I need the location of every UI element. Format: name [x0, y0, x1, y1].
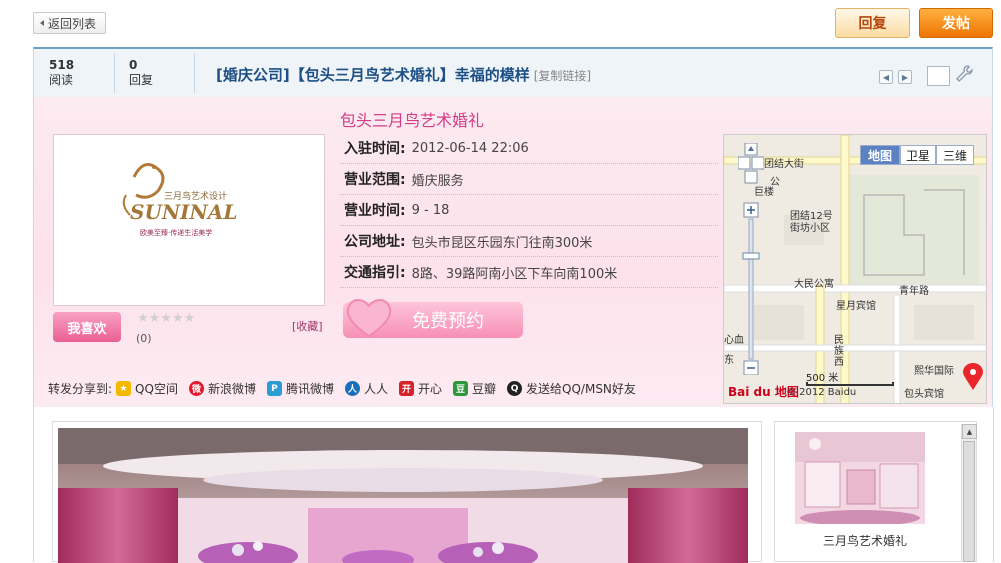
share-qzone[interactable]: ★ QQ空间 — [116, 380, 178, 397]
info-row-address: 公司地址: 包头市昆区乐园东门往南300米 — [340, 226, 718, 257]
map-label: 东 — [724, 355, 734, 366]
collect-link[interactable]: [收藏] — [292, 318, 323, 334]
share-item-label: 开心 — [418, 382, 443, 396]
frame-border — [33, 407, 34, 562]
share-label: 转发分享到: — [48, 382, 113, 396]
replies-count: 0 — [129, 58, 138, 72]
views-label: 阅读 — [49, 73, 74, 87]
sidebar-scrollbar[interactable]: ▲ — [961, 424, 977, 562]
frame-border — [993, 407, 994, 562]
booking-label: 免费预约 — [412, 311, 484, 332]
map-type-3d[interactable]: 三维 — [936, 145, 974, 165]
business-logo-frame: 三月鸟艺术设计 SUNINAL 欧美至臻·传递生活美学 — [53, 134, 325, 306]
thread-title-area: [婚庆公司]【包头三月鸟艺术婚礼】幸福的模样 [复制链接] — [216, 64, 591, 85]
share-item-label: QQ空间 — [135, 382, 178, 396]
map-label: 大民公寓 — [794, 279, 834, 290]
back-label: 返回列表 — [48, 16, 97, 31]
info-value: 婚庆服务 — [411, 173, 464, 189]
select-checkbox[interactable] — [927, 66, 950, 86]
share-sina-weibo[interactable]: 微新浪微博 — [188, 380, 256, 397]
info-row-transit: 交通指引: 8路、39路阿南小区下车向南100米 — [340, 257, 718, 288]
info-row-join-time: 入驻时间: 2012-06-14 22:06 — [340, 133, 718, 164]
wrench-icon[interactable] — [954, 64, 974, 86]
map-label: 民族西 — [834, 335, 844, 368]
photo-thumbnail[interactable] — [795, 432, 925, 524]
info-value: 8路、39路阿南小区下车向南100米 — [411, 266, 618, 282]
share-item-label: 发送给QQ/MSN好友 — [526, 382, 636, 396]
info-row-hours: 营业时间: 9 - 18 — [340, 195, 718, 226]
share-douban[interactable]: 豆豆瓣 — [453, 380, 496, 397]
info-key: 营业时间: — [344, 203, 406, 219]
map-label: 团结大街 — [764, 159, 804, 170]
map-scale-bar — [806, 382, 894, 386]
share-qq-msn[interactable]: Q 发送给QQ/MSN好友 — [507, 380, 636, 397]
rating-count: (0) — [136, 332, 152, 345]
views-count: 518 — [49, 58, 75, 72]
info-key: 公司地址: — [344, 234, 406, 250]
qq-penguin-icon: Q — [507, 381, 523, 396]
logo-slogan: 欧美至臻·传递生活美学 — [140, 228, 212, 237]
map-label: 青年路 — [899, 286, 929, 297]
share-item-label: 人人 — [363, 382, 388, 396]
qzone-icon: ★ — [116, 381, 132, 396]
new-post-button[interactable]: 发帖 — [919, 8, 993, 38]
business-logo: 三月鸟艺术设计 SUNINAL 欧美至臻·传递生活美学 — [114, 137, 264, 287]
info-value: 2012-06-14 22:06 — [411, 140, 529, 156]
map-label: 公 — [770, 177, 780, 188]
back-arrow-icon — [40, 20, 44, 26]
replies-label: 回复 — [129, 73, 154, 87]
share-bar: 转发分享到: ★ QQ空间 微新浪微博 P 腾讯微博 人人人 开开心 豆豆瓣 Q 发送… — [48, 380, 647, 397]
back-to-list-button[interactable]: 返回列表 — [33, 12, 106, 34]
renren-icon: 人 — [344, 381, 360, 396]
business-card: 包头三月鸟艺术婚礼 三月鸟艺术设计 SUNINAL 欧美至臻·传递生活美学 我喜… — [33, 97, 993, 407]
prev-thread-icon[interactable]: ◀ — [879, 70, 893, 84]
share-kaixin[interactable]: 开开心 — [399, 380, 442, 397]
info-key: 营业范围: — [344, 172, 406, 188]
like-button[interactable]: 我喜欢 — [53, 312, 121, 342]
map-copyright: © 2012 Baidu — [786, 387, 857, 398]
map-marker-icon[interactable] — [962, 363, 984, 394]
map-label: 心血 — [724, 335, 744, 346]
scroll-thumb[interactable] — [963, 441, 975, 562]
weibo-icon: 微 — [188, 381, 204, 396]
map-type-satellite[interactable]: 卫星 — [900, 145, 936, 165]
main-photo-frame — [52, 421, 762, 563]
next-thread-icon[interactable]: ▶ — [898, 70, 912, 84]
share-item-label: 腾讯微博 — [285, 382, 334, 396]
rating-stars-icon[interactable]: ★★★★★ — [137, 311, 195, 326]
share-renren[interactable]: 人人人 — [344, 380, 388, 397]
tencent-weibo-icon: P — [266, 381, 282, 396]
location-map[interactable]: 地图 卫星 三维 团结大街 团结12号 街坊小区 大民公寓 星月宾馆 青年路 熙… — [723, 134, 987, 404]
map-type-map[interactable]: 地图 — [860, 145, 900, 165]
wedding-stage-photo[interactable] — [58, 428, 748, 563]
kaixin-icon: 开 — [399, 381, 414, 396]
info-row-scope: 营业范围: 婚庆服务 — [340, 164, 718, 195]
thread-header: 518 阅读 0 回复 [婚庆公司]【包头三月鸟艺术婚礼】幸福的模样 [复制链接]… — [33, 47, 993, 97]
thumbnail-caption: 三月鸟艺术婚礼 — [822, 534, 907, 548]
business-name: 包头三月鸟艺术婚礼 — [340, 111, 485, 130]
thread-title[interactable]: [婚庆公司]【包头三月鸟艺术婚礼】幸福的模样 — [216, 66, 530, 84]
replies-stat: 0 回复 — [129, 58, 209, 88]
heart-icon — [343, 294, 395, 340]
share-item-label: 豆瓣 — [472, 382, 497, 396]
divider — [194, 53, 195, 93]
info-key: 入驻时间: — [344, 141, 406, 157]
share-item-label: 新浪微博 — [207, 382, 256, 396]
map-label: 街坊小区 — [790, 223, 830, 234]
map-label: 包头宾馆 — [904, 389, 944, 400]
douban-icon: 豆 — [453, 381, 469, 396]
logo-text-en: SUNINAL — [130, 200, 237, 224]
scroll-up-icon[interactable]: ▲ — [962, 424, 977, 439]
info-value: 包头市昆区乐园东门往南300米 — [411, 235, 593, 251]
photo-sidebar: 三月鸟艺术婚礼 ▲ — [774, 421, 977, 562]
divider — [114, 53, 115, 93]
copy-link[interactable]: [复制链接] — [534, 69, 591, 83]
map-label: 熙华国际 — [914, 366, 954, 377]
map-label: 星月宾馆 — [836, 301, 876, 312]
views-stat: 518 阅读 — [49, 58, 129, 88]
info-value: 9 - 18 — [411, 202, 450, 218]
reply-button[interactable]: 回复 — [835, 8, 910, 38]
info-key: 交通指引: — [344, 265, 406, 281]
share-tencent-weibo[interactable]: P 腾讯微博 — [266, 380, 334, 397]
